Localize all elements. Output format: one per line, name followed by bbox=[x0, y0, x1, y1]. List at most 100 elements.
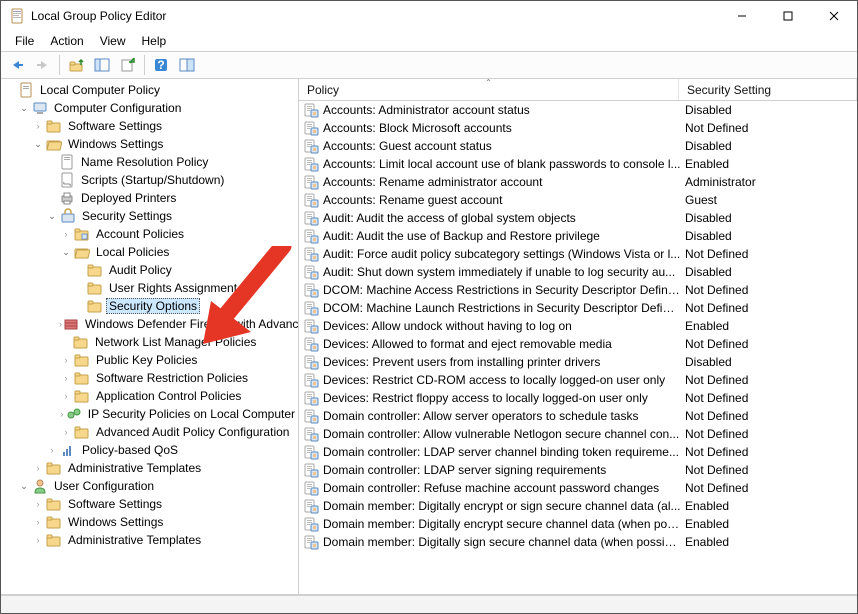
policy-row[interactable]: Devices: Restrict CD-ROM access to local… bbox=[299, 371, 857, 389]
policy-row[interactable]: Audit: Audit the access of global system… bbox=[299, 209, 857, 227]
tree-policy-qos[interactable]: ›Policy-based QoS bbox=[3, 441, 298, 459]
tree-u-admin[interactable]: ›Administrative Templates bbox=[3, 531, 298, 549]
policy-setting: Not Defined bbox=[681, 481, 857, 495]
policy-item-icon bbox=[303, 426, 319, 442]
tree-user-config[interactable]: ⌄User Configuration bbox=[3, 477, 298, 495]
column-security-setting[interactable]: Security Setting bbox=[679, 79, 857, 100]
tree-windows-settings[interactable]: ⌄ Windows Settings bbox=[3, 135, 298, 153]
expand-icon[interactable]: › bbox=[45, 443, 59, 457]
policy-row[interactable]: Accounts: Rename administrator accountAd… bbox=[299, 173, 857, 191]
tree-local-policies[interactable]: ⌄Local Policies bbox=[3, 243, 298, 261]
policy-row[interactable]: Domain member: Digitally encrypt or sign… bbox=[299, 497, 857, 515]
policy-row[interactable]: Accounts: Administrator account statusDi… bbox=[299, 101, 857, 119]
collapse-icon[interactable]: ⌄ bbox=[31, 137, 45, 151]
menu-help[interactable]: Help bbox=[134, 32, 175, 50]
tree-network-list[interactable]: Network List Manager Policies bbox=[3, 333, 298, 351]
policy-row[interactable]: Audit: Shut down system immediately if u… bbox=[299, 263, 857, 281]
column-policy[interactable]: Policy⌃ bbox=[299, 79, 679, 100]
list-body[interactable]: Accounts: Administrator account statusDi… bbox=[299, 101, 857, 594]
properties-button[interactable] bbox=[175, 54, 199, 76]
back-button[interactable] bbox=[5, 54, 29, 76]
menu-view[interactable]: View bbox=[92, 32, 134, 50]
show-hide-tree-button[interactable] bbox=[90, 54, 114, 76]
up-button[interactable] bbox=[64, 54, 88, 76]
policy-row[interactable]: Audit: Audit the use of Backup and Resto… bbox=[299, 227, 857, 245]
policy-row[interactable]: Devices: Restrict floppy access to local… bbox=[299, 389, 857, 407]
policy-setting: Disabled bbox=[681, 139, 857, 153]
tree-scripts[interactable]: Scripts (Startup/Shutdown) bbox=[3, 171, 298, 189]
forward-button[interactable] bbox=[31, 54, 55, 76]
expand-icon[interactable]: › bbox=[31, 497, 45, 511]
tree-label: Windows Settings bbox=[65, 137, 166, 151]
collapse-icon[interactable]: ⌄ bbox=[17, 101, 31, 115]
export-list-button[interactable] bbox=[116, 54, 140, 76]
policy-setting: Disabled bbox=[681, 355, 857, 369]
policy-row[interactable]: Accounts: Block Microsoft accountsNot De… bbox=[299, 119, 857, 137]
policy-setting: Not Defined bbox=[681, 121, 857, 135]
collapse-icon[interactable]: ⌄ bbox=[59, 245, 73, 259]
tree-user-rights[interactable]: User Rights Assignment bbox=[3, 279, 298, 297]
expand-icon[interactable]: › bbox=[31, 461, 45, 475]
policy-row[interactable]: Audit: Force audit policy subcategory se… bbox=[299, 245, 857, 263]
tree-security-options[interactable]: Security Options bbox=[3, 297, 298, 315]
policy-row[interactable]: Domain controller: Allow vulnerable Netl… bbox=[299, 425, 857, 443]
tree-u-windows[interactable]: ›Windows Settings bbox=[3, 513, 298, 531]
expand-icon[interactable]: › bbox=[59, 353, 73, 367]
tree-software-settings[interactable]: ›Software Settings bbox=[3, 117, 298, 135]
expand-icon[interactable]: › bbox=[59, 389, 73, 403]
tree-pane[interactable]: Local Computer Policy ⌄Computer Configur… bbox=[1, 79, 299, 594]
expand-icon[interactable]: › bbox=[31, 515, 45, 529]
policy-row[interactable]: DCOM: Machine Launch Restrictions in Sec… bbox=[299, 299, 857, 317]
expand-icon[interactable]: › bbox=[59, 317, 62, 331]
tree-root[interactable]: Local Computer Policy bbox=[3, 81, 298, 99]
tree-ipsec[interactable]: ›IP Security Policies on Local Computer bbox=[3, 405, 298, 423]
policy-row[interactable]: Devices: Prevent users from installing p… bbox=[299, 353, 857, 371]
tree-adv-audit[interactable]: ›Advanced Audit Policy Configuration bbox=[3, 423, 298, 441]
collapse-icon[interactable]: ⌄ bbox=[17, 479, 31, 493]
expand-icon[interactable]: › bbox=[59, 227, 73, 241]
minimize-button[interactable] bbox=[719, 1, 765, 31]
policy-row[interactable]: Domain controller: LDAP server signing r… bbox=[299, 461, 857, 479]
policy-row[interactable]: DCOM: Machine Access Restrictions in Sec… bbox=[299, 281, 857, 299]
tree-account-policies[interactable]: ›Account Policies bbox=[3, 225, 298, 243]
maximize-button[interactable] bbox=[765, 1, 811, 31]
policy-row[interactable]: Domain controller: LDAP server channel b… bbox=[299, 443, 857, 461]
close-button[interactable] bbox=[811, 1, 857, 31]
policy-row[interactable]: Domain member: Digitally sign secure cha… bbox=[299, 533, 857, 551]
help-button[interactable]: ? bbox=[149, 54, 173, 76]
tree-app-control[interactable]: ›Application Control Policies bbox=[3, 387, 298, 405]
policy-row[interactable]: Domain controller: Refuse machine accoun… bbox=[299, 479, 857, 497]
blank-icon bbox=[3, 83, 17, 97]
menu-action[interactable]: Action bbox=[42, 32, 91, 50]
collapse-icon[interactable]: ⌄ bbox=[45, 209, 59, 223]
tree-audit-policy[interactable]: Audit Policy bbox=[3, 261, 298, 279]
expand-icon[interactable]: › bbox=[59, 425, 73, 439]
expand-icon[interactable]: › bbox=[59, 407, 65, 421]
svg-text:?: ? bbox=[157, 58, 164, 72]
menu-file[interactable]: File bbox=[7, 32, 42, 50]
expand-icon[interactable]: › bbox=[59, 371, 73, 385]
tree-admin-templates[interactable]: ›Administrative Templates bbox=[3, 459, 298, 477]
policy-row[interactable]: Devices: Allow undock without having to … bbox=[299, 317, 857, 335]
folder-open-icon bbox=[46, 136, 62, 152]
policy-row[interactable]: Devices: Allowed to format and eject rem… bbox=[299, 335, 857, 353]
tree-label: Public Key Policies bbox=[93, 353, 200, 367]
policy-row[interactable]: Domain controller: Allow server operator… bbox=[299, 407, 857, 425]
policy-row[interactable]: Domain member: Digitally encrypt secure … bbox=[299, 515, 857, 533]
tree-defender-fw[interactable]: ›Windows Defender Firewall with Advanced… bbox=[3, 315, 298, 333]
tree-public-key[interactable]: › Public Key Policies bbox=[3, 351, 298, 369]
policy-name: Domain controller: LDAP server channel b… bbox=[323, 445, 681, 459]
policy-row[interactable]: Accounts: Guest account statusDisabled bbox=[299, 137, 857, 155]
tree-software-restrict[interactable]: ›Software Restriction Policies bbox=[3, 369, 298, 387]
expand-icon[interactable]: › bbox=[31, 119, 45, 133]
tree-deployed-printers[interactable]: Deployed Printers bbox=[3, 189, 298, 207]
tree-u-software[interactable]: ›Software Settings bbox=[3, 495, 298, 513]
tree-security-settings[interactable]: ⌄Security Settings bbox=[3, 207, 298, 225]
policy-setting: Not Defined bbox=[681, 463, 857, 477]
expand-icon[interactable]: › bbox=[31, 533, 45, 547]
tree-computer-config[interactable]: ⌄Computer Configuration bbox=[3, 99, 298, 117]
tree-name-resolution[interactable]: Name Resolution Policy bbox=[3, 153, 298, 171]
policy-row[interactable]: Accounts: Rename guest accountGuest bbox=[299, 191, 857, 209]
folder-lock-icon bbox=[87, 298, 103, 314]
policy-row[interactable]: Accounts: Limit local account use of bla… bbox=[299, 155, 857, 173]
